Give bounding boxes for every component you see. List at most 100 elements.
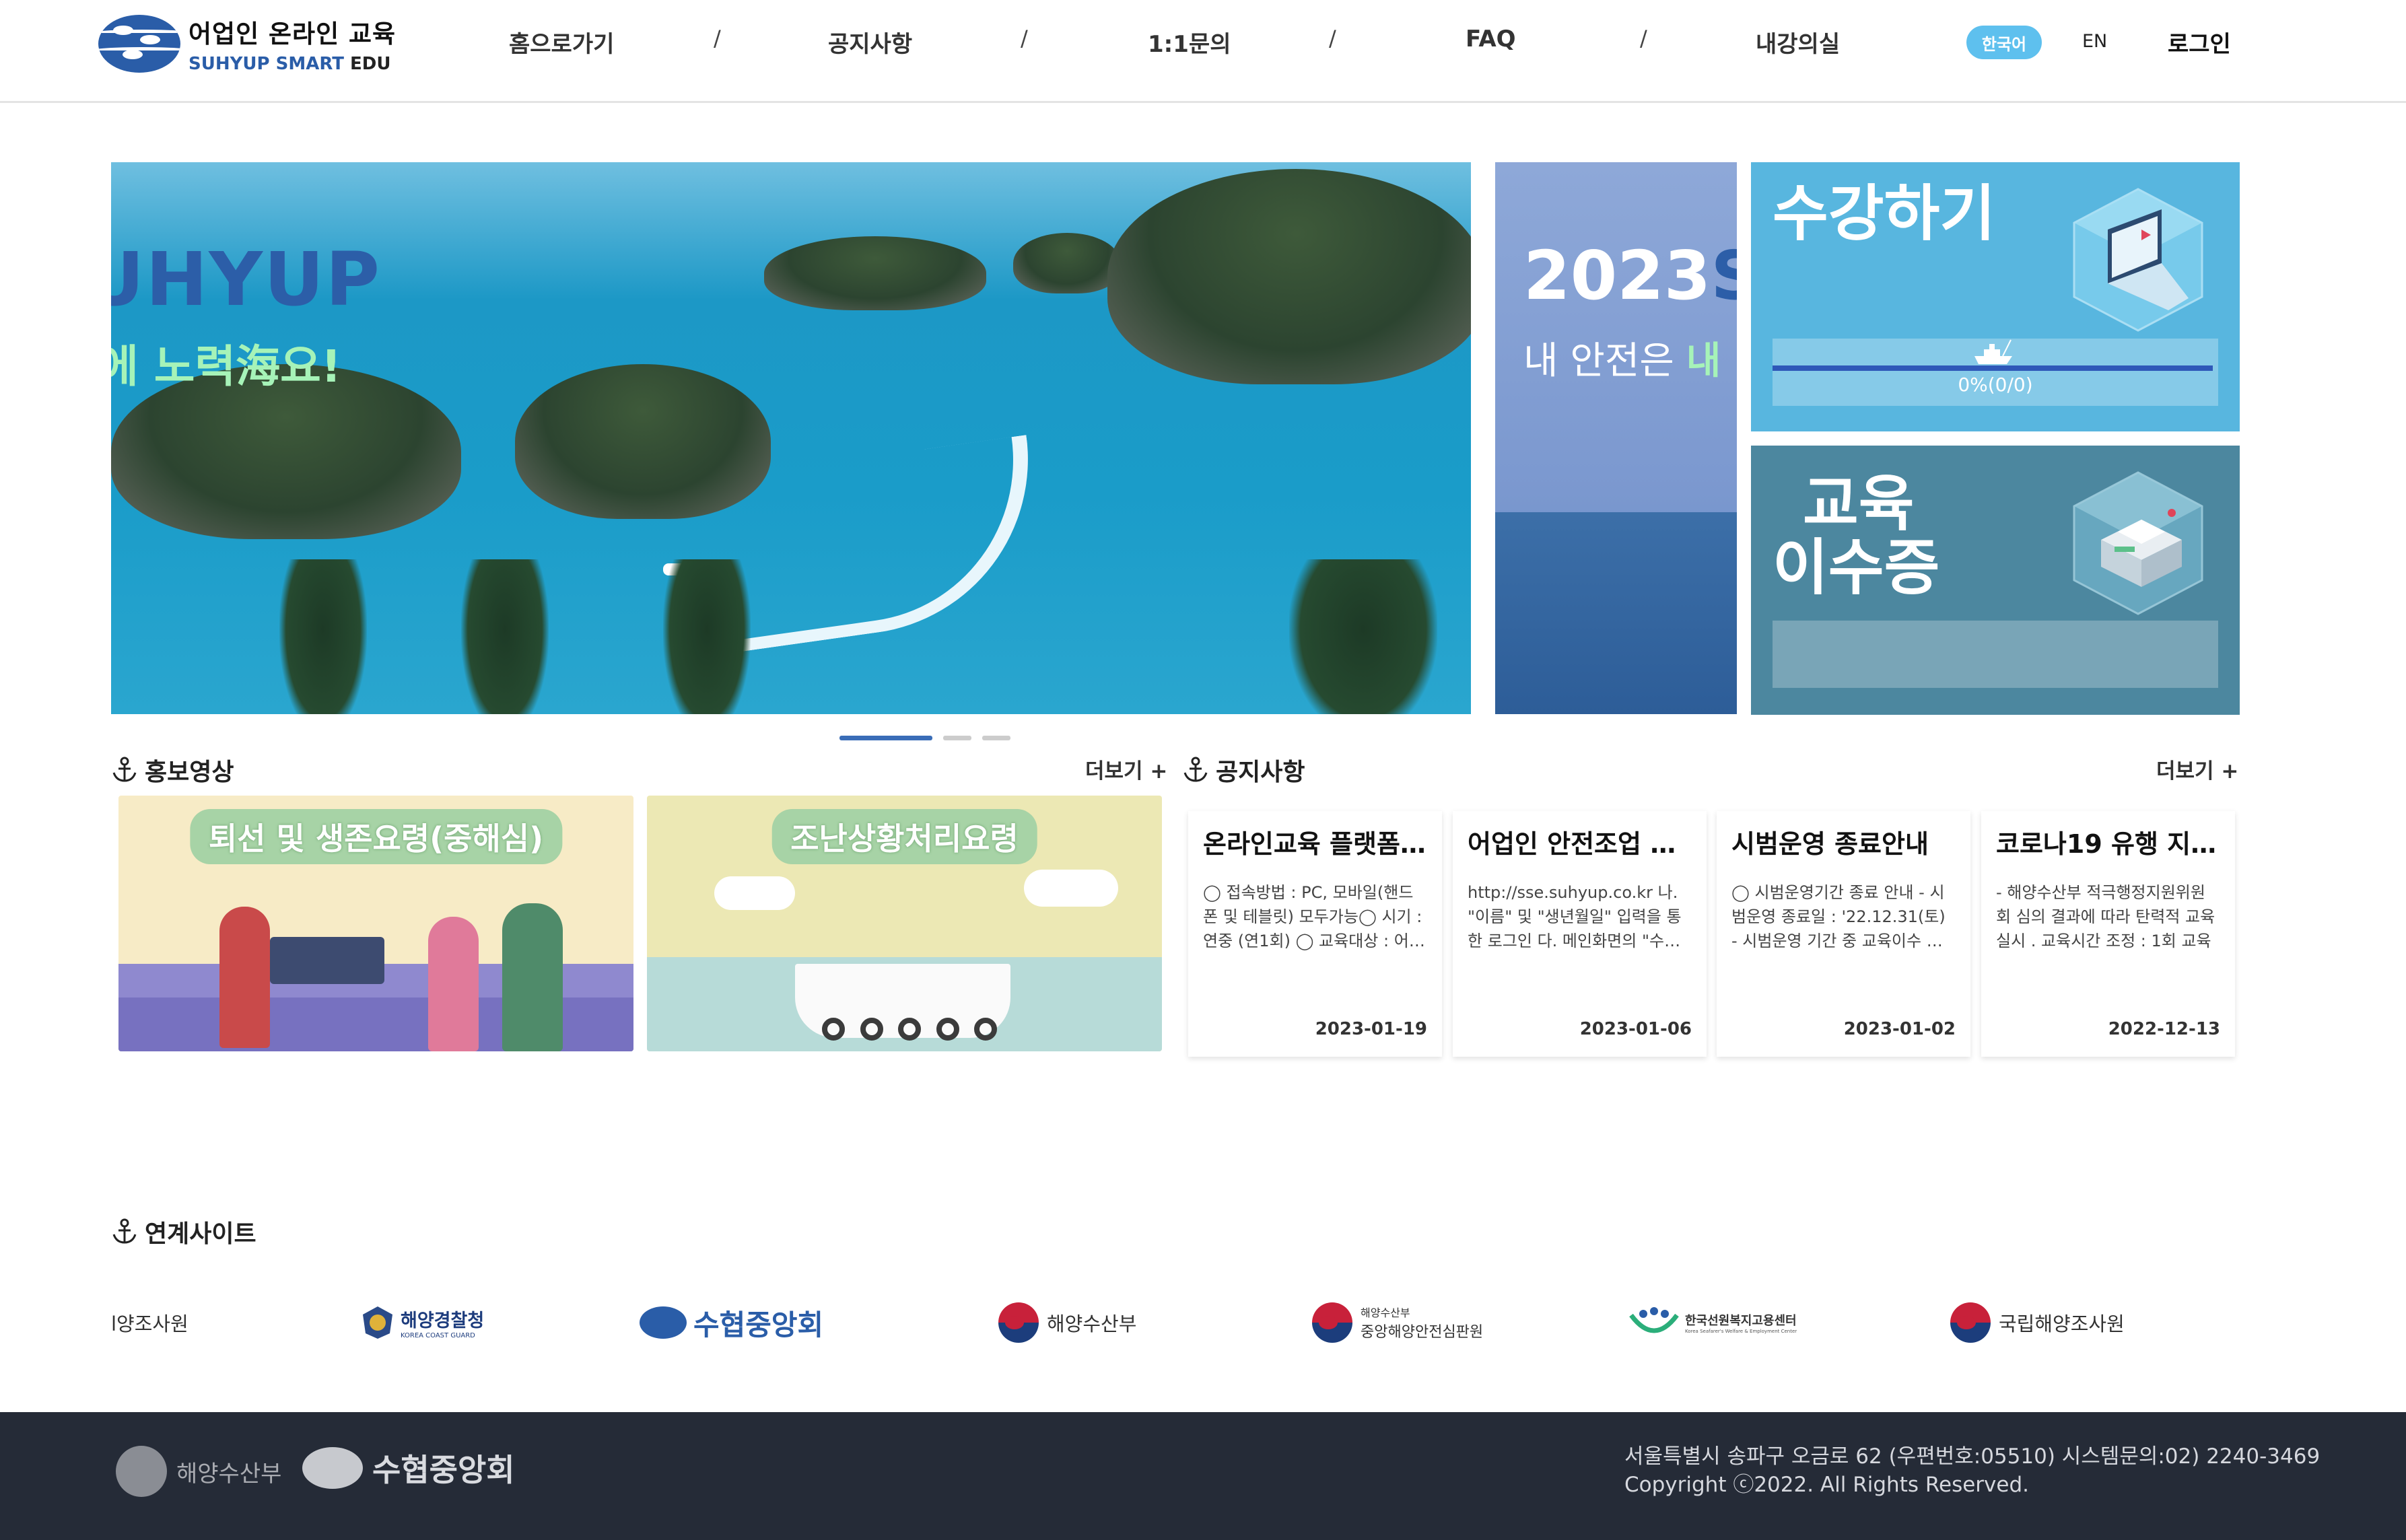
anchor-icon <box>112 1218 137 1244</box>
printer-icon <box>2073 471 2203 615</box>
tree-image <box>1289 559 1437 714</box>
notice-date: 2022-12-13 <box>2108 1019 2220 1039</box>
tree-image <box>663 559 751 714</box>
notice-date: 2023-01-06 <box>1579 1019 1692 1039</box>
notice-body: http://sse.suhyup.co.kr 나. "이름" 및 "생년월일"… <box>1468 883 1682 950</box>
notice-card[interactable]: 어업인 안전조업 교육 이용방법 http://sse.suhyup.co.kr… <box>1453 811 1707 1057</box>
main-banner-slide[interactable]: UHYUP 에 노력海요! <box>111 162 1471 714</box>
notice-card[interactable]: 시범운영 종료안내 ◯ 시범운영기간 종료 안내 - 시범운영 종료일 : '2… <box>1717 811 1970 1057</box>
notice-title: 어업인 안전조업 교육 이용방법 <box>1468 829 1692 859</box>
partner-section-header: 연계사이트 <box>111 1214 256 1249</box>
tree-image <box>279 559 367 714</box>
footer-address: 서울특별시 송파구 오금로 62 (우편번호:05510) 시스템문의:02) … <box>1624 1444 2321 1469</box>
slider-dot-active[interactable] <box>839 736 932 740</box>
video-title: 퇴선 및 생존요령(중해심) <box>189 809 563 864</box>
notice-title: 코로나19 유행 지속에 따른 안내 <box>1996 829 2220 859</box>
slider-dot[interactable] <box>982 736 1010 740</box>
nav-separator: / <box>1021 26 1028 51</box>
partner-suhyup-link[interactable]: 수협중앙회 <box>640 1286 823 1360</box>
certificate-card[interactable]: 교육 이수증 <box>1751 446 2240 715</box>
notice-section-header: 공지사항 <box>1182 753 1305 788</box>
anchor-icon <box>112 757 137 782</box>
notice-more-link[interactable]: 더보기 + <box>2156 754 2238 784</box>
video-section-title: 홍보영상 <box>145 759 234 786</box>
nav-separator: / <box>1329 26 1336 51</box>
certificate-title: 교육 이수증 <box>1773 468 1940 603</box>
language-korean-button[interactable]: 한국어 <box>1966 26 2042 59</box>
fisher-illustration <box>502 903 563 1051</box>
footer-mof-logo: 해양수산부 <box>116 1446 281 1497</box>
progress-track <box>1773 365 2213 371</box>
next-banner-slide[interactable]: 2023S 내 안전은 내 <box>1495 162 1737 714</box>
notice-body: - 해양수산부 적극행정지원위원회 심의 결과에 따라 탄력적 교육실시 . 교… <box>1996 883 2215 950</box>
video-more-link[interactable]: 더보기 + <box>1085 754 1167 784</box>
nav-my-classroom[interactable]: 내강의실 <box>1756 26 1840 59</box>
nav-home[interactable]: 홈으로가기 <box>509 26 614 59</box>
taeguk-icon <box>1950 1302 1991 1343</box>
notice-section-title: 공지사항 <box>1216 759 1305 786</box>
suhyup-logo-icon <box>302 1447 363 1489</box>
nav-faq[interactable]: FAQ <box>1466 26 1516 53</box>
banner-subtitle: 에 노력海요! <box>111 341 341 392</box>
progress-text: 0%(0/0) <box>1958 374 2033 396</box>
language-english-button[interactable]: EN <box>2082 31 2107 52</box>
partner-national-hydrographic-link[interactable]: 국립해양조사원 <box>1950 1286 2125 1360</box>
login-button[interactable]: 로그인 <box>2168 26 2231 59</box>
partner-section-title: 연계사이트 <box>145 1220 256 1248</box>
site-logo[interactable]: 어업인 온라인 교육 SUHYUP SMART EDU <box>98 13 396 74</box>
taeguk-icon <box>1312 1302 1352 1343</box>
partner-seafarer-center-link[interactable]: 한국선원복지고용센터 Korea Seafarer's Welfare & Em… <box>1627 1286 1797 1360</box>
notice-body: ◯ 접속방법 : PC, 모바일(핸드폰 및 테블릿) 모두가능◯ 시기 : 연… <box>1203 883 1424 950</box>
partner-khoa-link[interactable]: l양조사원 <box>111 1286 188 1360</box>
nav-inquiry[interactable]: 1:1문의 <box>1148 26 1231 59</box>
tree-image <box>461 559 549 714</box>
video-section-header: 홍보영상 <box>111 753 234 788</box>
partner-kmst-link[interactable]: 해양수산부 중앙해양안전심판원 <box>1312 1286 1483 1360</box>
enroll-card[interactable]: 수강하기 0%(0/0) <box>1751 162 2240 431</box>
logo-text: 어업인 온라인 교육 SUHYUP SMART EDU <box>188 13 396 74</box>
suhyup-logo-icon <box>640 1306 687 1339</box>
slider-dot[interactable] <box>943 736 971 740</box>
footer-info: 서울특별시 송파구 오금로 62 (우편번호:05510) 시스템문의:02) … <box>1624 1442 2320 1499</box>
nav-separator: / <box>714 26 721 51</box>
notice-card[interactable]: 코로나19 유행 지속에 따른 안내 - 해양수산부 적극행정지원위원회 심의 … <box>1981 811 2235 1057</box>
island-image <box>1107 169 1471 384</box>
sea-image <box>1495 512 1737 714</box>
notice-body: ◯ 시범운영기간 종료 안내 - 시범운영 종료일 : '22.12.31(토)… <box>1731 883 1946 950</box>
banner-title: UHYUP <box>111 236 381 322</box>
cloud-illustration <box>1024 870 1118 907</box>
ship-illustration <box>270 937 384 984</box>
notice-title: 온라인교육 플랫폼 이용 안내 <box>1203 829 1427 859</box>
fisher-illustration <box>219 907 270 1048</box>
notice-date: 2023-01-19 <box>1315 1019 1427 1039</box>
seafarer-center-logo-icon <box>1629 1307 1679 1333</box>
partner-mof-link[interactable]: 해양수산부 <box>998 1286 1136 1360</box>
banner2-subtitle: 내 안전은 내 <box>1523 339 1721 383</box>
island-image <box>1013 233 1121 293</box>
video-card[interactable]: 퇴선 및 생존요령(중해심) <box>118 796 633 1051</box>
life-ring-row <box>822 1018 997 1042</box>
cloud-illustration <box>714 876 795 910</box>
ship-icon <box>1974 339 2012 364</box>
nav-notice[interactable]: 공지사항 <box>828 26 912 59</box>
logo-korean: 어업인 온라인 교육 <box>188 20 397 48</box>
enroll-title: 수강하기 <box>1773 178 1996 249</box>
footer-copyright: Copyright ⓒ2022. All Rights Reserved. <box>1624 1473 2029 1497</box>
notice-title: 시범운영 종료안내 <box>1731 829 1929 859</box>
video-card[interactable]: 조난상황처리요령 <box>647 796 1162 1051</box>
partner-coast-guard-link[interactable]: 해양경찰청 KOREA COAST GUARD <box>359 1286 484 1360</box>
anchor-icon <box>1183 757 1208 782</box>
video-title: 조난상황처리요령 <box>771 809 1037 864</box>
footer-suhyup-logo: 수협중앙회 <box>302 1446 515 1490</box>
island-image <box>764 236 986 310</box>
logo-english: SUHYUP SMART EDU <box>188 54 391 74</box>
suhyup-logo-icon <box>98 15 180 73</box>
police-emblem-icon <box>363 1306 392 1339</box>
partner-logo-carousel: l양조사원 해양경찰청 KOREA COAST GUARD 수협중앙회 해양수산… <box>111 1286 2238 1360</box>
notice-date: 2023-01-02 <box>1843 1019 1956 1039</box>
monitor-icon <box>2073 188 2203 332</box>
certificate-panel <box>1773 621 2218 688</box>
notice-card[interactable]: 온라인교육 플랫폼 이용 안내 ◯ 접속방법 : PC, 모바일(핸드폰 및 테… <box>1188 811 1442 1057</box>
site-footer: 해양수산부 수협중앙회 서울특별시 송파구 오금로 62 (우편번호:05510… <box>0 1412 2406 1540</box>
nav-separator: / <box>1640 26 1647 51</box>
